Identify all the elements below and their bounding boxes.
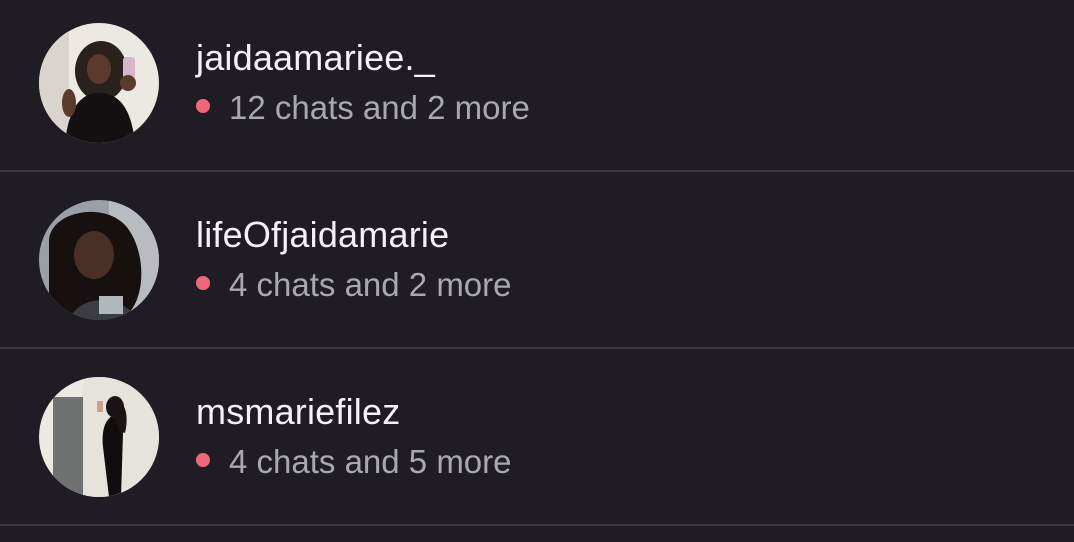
activity-summary: 4 chats and 5 more [196,442,512,482]
notification-dot-icon [196,453,210,467]
activity-summary: 4 chats and 2 more [196,265,512,305]
account-row-lifeofjaidamarie[interactable]: lifeOfjaidamarie 4 chats and 2 more [0,173,1074,349]
username: msmariefilez [196,391,401,432]
profile-photo-icon [39,23,159,143]
activity-text: 4 chats and 2 more [229,266,512,303]
profile-photo-icon [39,377,159,497]
activity-text: 4 chats and 5 more [229,443,512,480]
account-row-jaidaamariee[interactable]: jaidaamariee._ 12 chats and 2 more [0,0,1074,172]
avatar [39,23,159,143]
activity-text: 12 chats and 2 more [229,89,530,126]
notification-dot-icon [196,276,210,290]
profile-photo-icon [39,200,159,320]
username: lifeOfjaidamarie [196,214,450,255]
notification-dot-icon [196,99,210,113]
account-list: jaidaamariee._ 12 chats and 2 more lifeO… [0,0,1074,542]
account-row-msmariefilez[interactable]: msmariefilez 4 chats and 5 more [0,350,1074,526]
avatar [39,377,159,497]
username: jaidaamariee._ [196,37,435,78]
activity-summary: 12 chats and 2 more [196,88,530,128]
avatar [39,200,159,320]
